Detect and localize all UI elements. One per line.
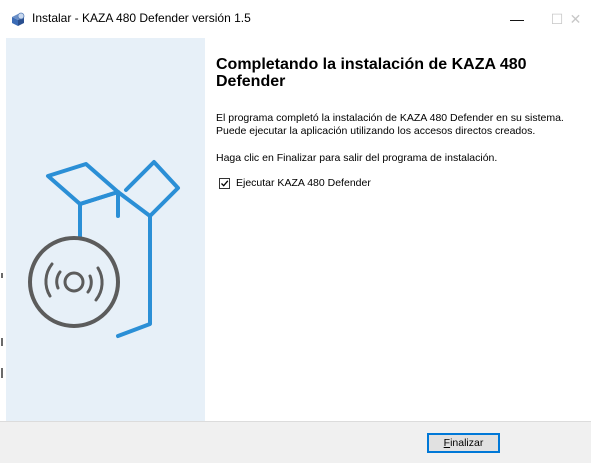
installer-icon bbox=[10, 11, 26, 27]
finish-button[interactable]: Finalizar bbox=[427, 433, 500, 453]
edge-mark bbox=[1, 338, 3, 346]
completion-message: El programa completó la instalación de K… bbox=[216, 112, 564, 137]
launch-app-checkbox[interactable] bbox=[219, 177, 230, 189]
close-icon: ✕ bbox=[569, 10, 582, 27]
edge-mark bbox=[1, 368, 3, 378]
minimize-icon: — bbox=[510, 11, 524, 27]
launch-app-label: Ejecutar KAZA 480 Defender bbox=[236, 177, 371, 189]
finish-instruction: Haga clic en Finalizar para salir del pr… bbox=[216, 152, 498, 164]
edge-mark bbox=[1, 273, 3, 278]
installer-window: Instalar - KAZA 480 Defender versión 1.5… bbox=[0, 0, 591, 463]
finish-label-rest: inalizar bbox=[450, 437, 484, 449]
launch-app-checkbox-row[interactable]: Ejecutar KAZA 480 Defender bbox=[219, 177, 371, 189]
title-bar[interactable]: Instalar - KAZA 480 Defender versión 1.5… bbox=[0, 0, 591, 38]
checkmark-icon bbox=[221, 179, 229, 187]
software-box-with-disc-illustration bbox=[28, 160, 180, 338]
wizard-side-panel bbox=[6, 38, 205, 421]
close-button[interactable]: ✕ bbox=[560, 0, 591, 38]
page-title: Completando la instalación de KAZA 480 D… bbox=[216, 56, 527, 90]
window-title: Instalar - KAZA 480 Defender versión 1.5 bbox=[32, 11, 251, 25]
button-bar: Finalizar bbox=[0, 421, 591, 463]
minimize-button[interactable]: — bbox=[497, 0, 537, 38]
wizard-content: Completando la instalación de KAZA 480 D… bbox=[205, 38, 591, 421]
